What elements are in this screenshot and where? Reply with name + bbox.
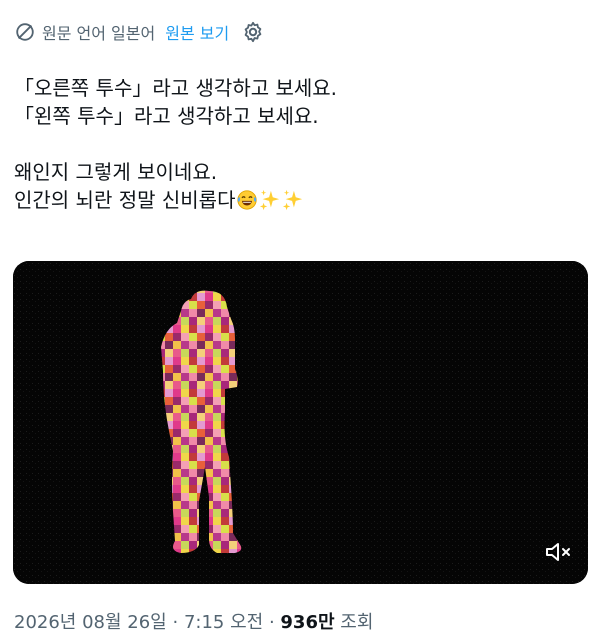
tweet-line: 인간의 뇌란 정말 신비롭다 [14, 188, 236, 212]
tweet-line-with-emoji: 인간의 뇌란 정말 신비롭다 [14, 186, 584, 214]
face-with-tears-of-joy-icon [237, 190, 258, 210]
tweet-time[interactable]: 7:15 오전 [184, 612, 263, 633]
tweet-line: 「오른쪽 투수」라고 생각하고 보세요. [14, 76, 338, 100]
video-player[interactable] [13, 261, 588, 584]
meta-separator: · [268, 612, 281, 633]
tweet-line: 왜인지 그렇게 보이네요. [14, 160, 218, 184]
source-language-label: 원문 언어 일본어 [42, 24, 156, 43]
tweet-text: 「오른쪽 투수」라고 생각하고 보세요. 「왼쪽 투수」라고 생각하고 보세요.… [14, 74, 584, 214]
sparkles-icon [283, 189, 303, 211]
views-count: 936만 [280, 612, 335, 633]
sparkles-icon [260, 189, 280, 211]
translation-bar: 원문 언어 일본어 원본 보기 [14, 20, 265, 44]
gear-icon[interactable] [241, 20, 265, 44]
tweet-date[interactable]: 2026년 08월 26일 [14, 612, 167, 633]
translate-globe-icon [16, 23, 34, 41]
tweet-blank-line [14, 130, 584, 158]
tweet-meta: 2026년 08월 26일 · 7:15 오전 · 936만 조회 [14, 608, 373, 634]
meta-separator: · [172, 612, 184, 633]
mute-icon[interactable] [544, 540, 572, 564]
views-label: 조회 [340, 612, 374, 633]
tweet-line: 「왼쪽 투수」라고 생각하고 보세요. [14, 104, 319, 128]
view-original-link[interactable]: 원본 보기 [165, 20, 229, 44]
video-frame [13, 261, 588, 584]
